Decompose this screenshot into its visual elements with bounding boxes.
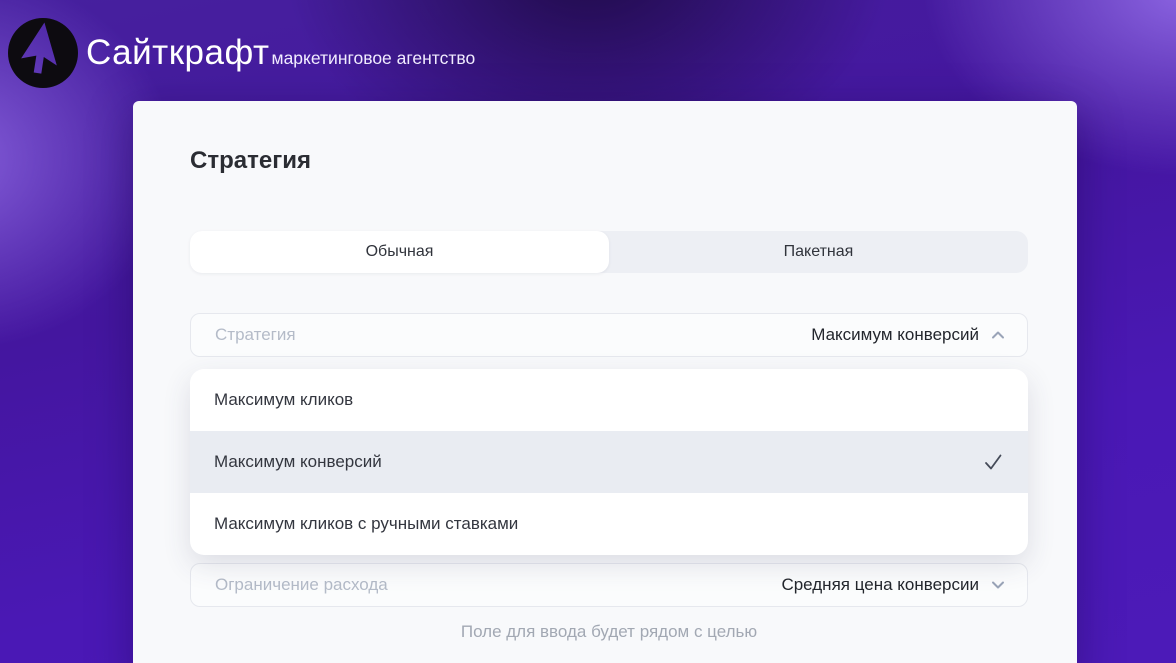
brand-name: Сайткрафт	[86, 33, 270, 72]
option-label: Максимум кликов с ручными ставками	[214, 514, 519, 533]
dropdown-option-max-conversions[interactable]: Максимум конверсий	[190, 431, 1028, 493]
option-label: Максимум кликов	[214, 390, 354, 409]
strategy-select-label: Стратегия	[215, 325, 296, 344]
tab-batch-label: Пакетная	[783, 243, 854, 260]
tab-regular[interactable]: Обычная	[190, 231, 609, 273]
strategy-type-tabs: Обычная Пакетная	[190, 231, 1028, 273]
option-label: Максимум конверсий	[214, 452, 382, 471]
tab-regular-label: Обычная	[365, 243, 434, 260]
helper-text: Поле для ввода будет рядом с целью	[460, 622, 758, 641]
strategy-card: Стратегия Обычная Пакетная Стратегия Мак…	[133, 101, 1077, 663]
chevron-up-icon	[992, 331, 1004, 339]
spend-limit-select[interactable]: Ограничение расхода Средняя цена конверс…	[190, 563, 1028, 607]
brand-text: Сайткрафт маркетинговое агентство	[86, 33, 475, 73]
dropdown-option-max-clicks[interactable]: Максимум кликов	[190, 369, 1028, 431]
brand-logo-cursor-icon	[8, 18, 78, 88]
spend-limit-label: Ограничение расхода	[215, 575, 388, 594]
checkmark-icon	[985, 454, 1002, 470]
chevron-down-icon	[992, 581, 1004, 589]
spend-limit-value: Средняя цена конверсии	[781, 575, 979, 594]
strategy-dropdown-panel: Максимум кликов Максимум конверсий Макси…	[190, 369, 1028, 555]
spend-limit-value-wrap: Средняя цена конверсии	[781, 575, 1007, 595]
brand-tagline: маркетинговое агентство	[271, 48, 476, 68]
card-title: Стратегия	[190, 147, 311, 174]
tab-batch[interactable]: Пакетная	[609, 231, 1028, 273]
strategy-select-value-wrap: Максимум конверсий	[811, 325, 1007, 345]
dropdown-option-max-clicks-manual[interactable]: Максимум кликов с ручными ставками	[190, 493, 1028, 555]
strategy-select-value: Максимум конверсий	[811, 325, 979, 344]
brand-header: Сайткрафт маркетинговое агентство	[8, 18, 475, 88]
strategy-select[interactable]: Стратегия Максимум конверсий	[190, 313, 1028, 357]
